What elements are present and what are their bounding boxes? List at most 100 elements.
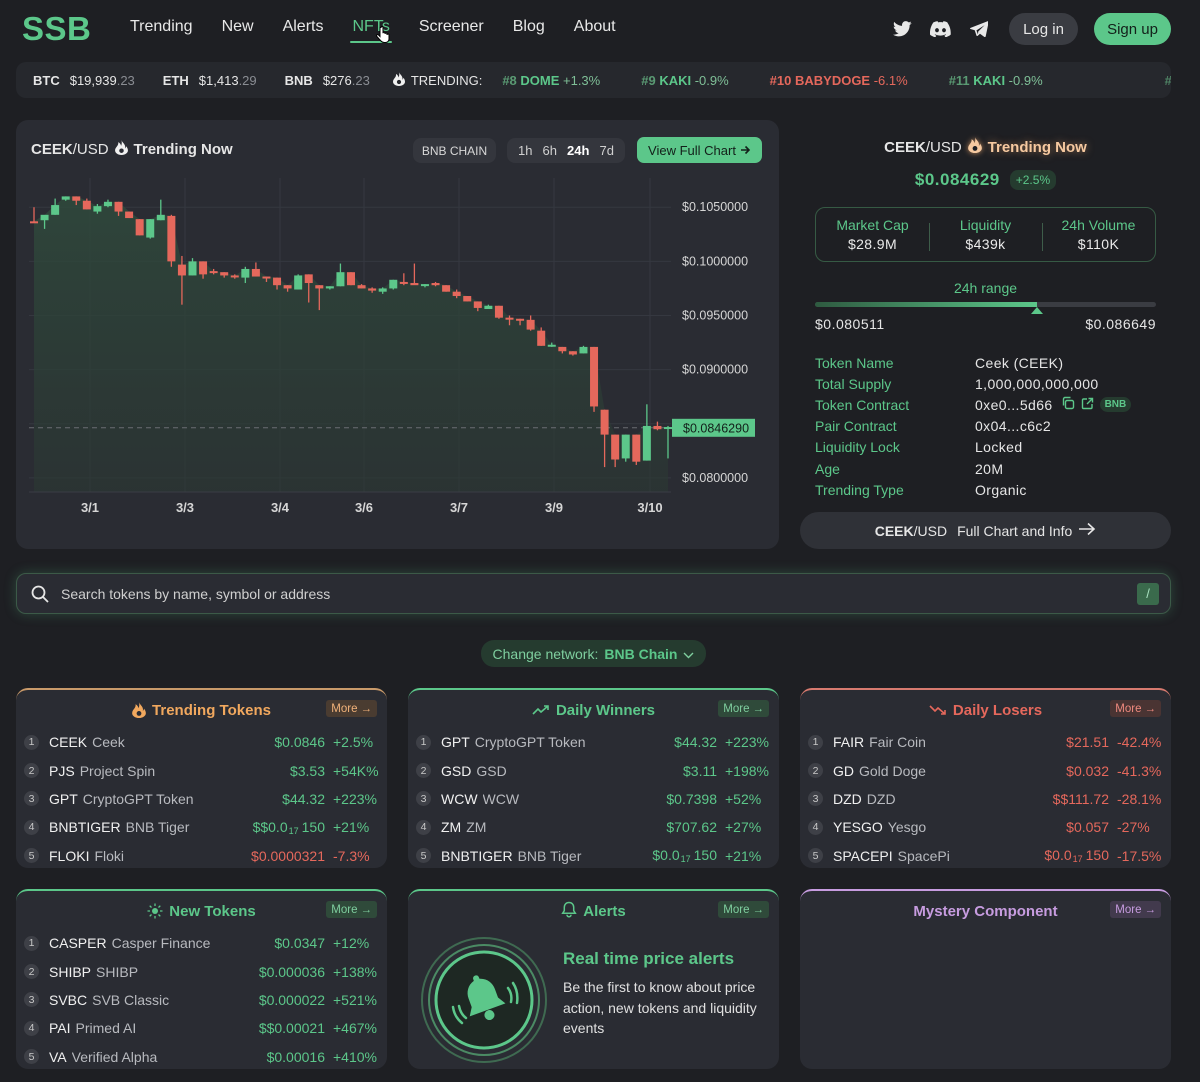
price-ticker: BTC $19,939.23 ETH $1,413.29 BNB $276.23 TREND… <box>16 62 1171 98</box>
detail-value: Organic <box>975 482 1027 498</box>
range-bar <box>815 302 1156 307</box>
trending-tokens-card: Trending Tokens More → 1 CEEK Ceek $0.0846 +2.5… <box>16 688 387 868</box>
change-network-button[interactable]: Change network: BNB Chain <box>481 640 706 667</box>
copy-icon[interactable] <box>1061 396 1075 413</box>
nav-screener[interactable]: Screener <box>419 18 484 36</box>
candle-down <box>442 285 451 292</box>
external-link-icon[interactable] <box>1081 397 1094 413</box>
chevron-down-icon <box>683 646 694 662</box>
token-change: +21% <box>725 847 762 864</box>
discord-icon[interactable] <box>929 18 951 40</box>
detail-token-name: Token Name Ceek (CEEK) <box>815 352 1156 373</box>
token-row[interactable]: 3 SVBC SVB Classic $0.000022 +521% <box>24 986 379 1014</box>
token-symbol: PJS <box>49 762 75 779</box>
detail-value-text: 0xe0...5d66 <box>975 396 1053 413</box>
token-row[interactable]: 5 FLOKI Floki $0.0000321 -7.3% <box>24 842 379 868</box>
token-row[interactable]: 3 WCW WCW $0.7398 +52% <box>416 785 771 813</box>
token-price: $44.32 <box>282 790 325 807</box>
token-row[interactable]: 1 GPT CryptoGPT Token $44.32 +223% <box>416 728 771 756</box>
token-row[interactable]: 1 CASPER Casper Finance $0.0347 +12% <box>24 929 379 957</box>
logo[interactable]: SSB <box>22 10 91 48</box>
login-button[interactable]: Log in <box>1009 13 1078 45</box>
alert-bell-illustration-icon <box>421 937 547 1063</box>
token-change: -27% <box>1117 819 1150 836</box>
trending-ticker-item[interactable]: #8 DOME +1.3% <box>502 73 600 88</box>
stat-market-cap: Market Cap $28.9M <box>816 217 929 252</box>
token-symbol: GPT <box>49 790 78 807</box>
token-row[interactable]: 2 GSD GSD $3.11 +198% <box>416 756 771 784</box>
token-row[interactable]: 5 VA Verified Alpha $0.00016 +410% <box>24 1043 379 1069</box>
range-high: $0.086649 <box>1085 316 1156 332</box>
y-axis-label: $0.0900000 <box>682 363 748 377</box>
candle-down <box>199 261 208 275</box>
candle-down <box>558 346 567 352</box>
token-row[interactable]: 1 CEEK Ceek $0.0846 +2.5% <box>24 728 379 756</box>
rank-badge: 1 <box>24 734 39 750</box>
nav-about[interactable]: About <box>574 18 616 36</box>
token-row[interactable]: 2 SHIBP SHIBP $0.000036 +138% <box>24 957 379 985</box>
token-symbol: SPACEPI <box>833 847 893 864</box>
ticker-eth[interactable]: ETH $1,413.29 <box>146 62 268 98</box>
token-row[interactable]: 2 GD Gold Doge $0.032 -41.3% <box>808 756 1163 784</box>
token-row[interactable]: 4 PAI Primed AI $$0.00021 +467% <box>24 1014 379 1042</box>
candle-down <box>494 305 503 318</box>
rank-badge: 5 <box>24 1049 39 1065</box>
token-change: +521% <box>333 991 377 1008</box>
signup-button[interactable]: Sign up <box>1094 13 1171 45</box>
token-row[interactable]: 1 FAIR Fair Coin $21.51 -42.4% <box>808 728 1163 756</box>
token-row[interactable]: 5 BNBTIGER BNB Tiger $0.017 150 +21% <box>416 842 771 868</box>
new-more-button[interactable]: More → <box>326 901 377 918</box>
mystery-more-button[interactable]: More → <box>1110 901 1161 918</box>
token-change: -28.1% <box>1117 790 1162 807</box>
ticker-bnb[interactable]: BNB $276.23 <box>268 62 381 98</box>
token-change: +138% <box>333 963 377 980</box>
nav-blog[interactable]: Blog <box>513 18 545 36</box>
candle-down <box>600 409 609 435</box>
trending-ticker-item[interactable]: #1 CEEK <box>1165 73 1171 88</box>
token-change: -17.5% <box>1117 847 1162 864</box>
token-name: Gold Doge <box>859 762 926 779</box>
search-input[interactable] <box>61 585 1137 602</box>
nav-alerts[interactable]: Alerts <box>283 18 324 36</box>
nav-trending[interactable]: Trending <box>130 18 193 36</box>
trending-ticker-item[interactable]: #9 KAKI -0.9% <box>641 73 728 88</box>
token-name: Primed AI <box>75 1020 137 1037</box>
token-name: CryptoGPT Token <box>474 734 586 751</box>
token-row[interactable]: 4 ZM ZM $707.62 +27% <box>416 813 771 841</box>
token-name: Ceek <box>92 734 125 751</box>
token-name: BNB Tiger <box>125 819 190 836</box>
token-name: CryptoGPT Token <box>82 790 194 807</box>
new-card-title: New Tokens <box>169 902 256 920</box>
candle-up <box>156 214 165 221</box>
token-row[interactable]: 5 SPACEPI SpacePi $0.017 150 -17.5% <box>808 842 1163 868</box>
candlestick-chart[interactable]: $0.1050000 $0.1000000 $0.0950000 $0.0900000… <box>16 120 779 549</box>
candle-down <box>283 285 292 289</box>
trending-rank-symbol: #10 BABYDOGE <box>769 72 871 88</box>
token-row[interactable]: 3 GPT CryptoGPT Token $44.32 +223% <box>24 785 379 813</box>
ticker-price-decimals: .29 <box>238 72 257 88</box>
candle-up <box>378 288 387 292</box>
token-price: $707.62 <box>666 819 717 836</box>
full-chart-info-button[interactable]: CEEK/USD Full Chart and Info <box>800 512 1171 549</box>
token-row[interactable]: 2 PJS Project Spin $3.53 +54K% <box>24 756 379 784</box>
winners-more-button[interactable]: More → <box>718 700 769 717</box>
candle-down <box>220 272 229 276</box>
alerts-more-button[interactable]: More → <box>718 901 769 918</box>
losers-more-button[interactable]: More → <box>1110 700 1161 717</box>
detail-total-supply: Total Supply 1,000,000,000,000 <box>815 373 1156 394</box>
nav-new[interactable]: New <box>222 18 254 36</box>
token-name: SHIBP <box>96 963 139 980</box>
stats-box: Market Cap $28.9M Liquidity $439k 24h Volume… <box>815 207 1156 262</box>
detail-label: Token Name <box>815 354 894 371</box>
trending-ticker-item[interactable]: #10 BABYDOGE -6.1% <box>770 73 908 88</box>
twitter-icon[interactable] <box>891 18 913 40</box>
token-symbol: FAIR <box>833 734 865 751</box>
ticker-btc[interactable]: BTC $19,939.23 <box>16 62 146 98</box>
trending-ticker-item[interactable]: #11 KAKI -0.9% <box>949 73 1043 88</box>
telegram-icon[interactable] <box>968 18 990 40</box>
token-row[interactable]: 4 YESGO Yesgo $0.057 -27% <box>808 813 1163 841</box>
token-symbol: CASPER <box>49 935 107 952</box>
token-row[interactable]: 4 BNBTIGER BNB Tiger $$0.017 150 +21% <box>24 813 379 841</box>
trending-more-button[interactable]: More → <box>326 700 377 717</box>
token-row[interactable]: 3 DZD DZD $$111.72 -28.1% <box>808 785 1163 813</box>
